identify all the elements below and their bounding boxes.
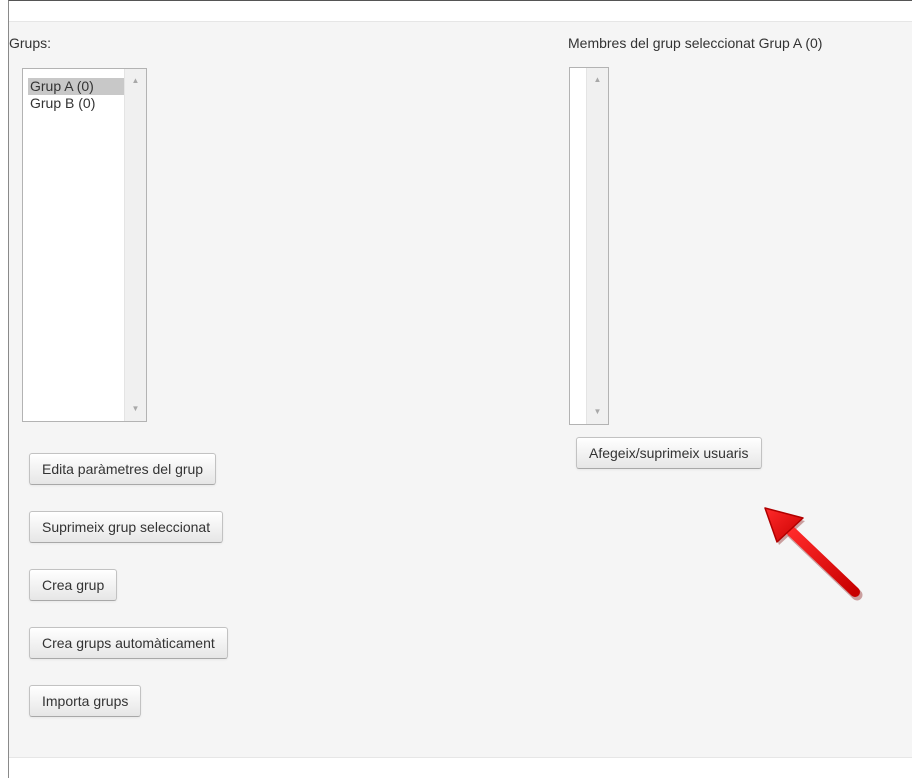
- scroll-up-arrow-icon[interactable]: ▲: [125, 73, 146, 89]
- members-label: Membres del grup seleccionat Grup A (0): [568, 35, 823, 51]
- scroll-up-arrow-icon[interactable]: ▲: [587, 72, 608, 88]
- red-arrow-icon: [764, 507, 863, 601]
- create-group-button[interactable]: Crea grup: [29, 569, 118, 601]
- groups-label: Grups:: [9, 35, 52, 51]
- scroll-down-arrow-icon[interactable]: ▼: [587, 404, 608, 420]
- group-option-grup-b[interactable]: Grup B (0): [28, 95, 124, 112]
- delete-selected-group-button[interactable]: Suprimeix grup seleccionat: [29, 511, 224, 543]
- groups-options: Grup A (0) Grup B (0): [28, 78, 124, 112]
- members-listbox[interactable]: ▲ ▼: [569, 67, 609, 425]
- scroll-down-arrow-icon[interactable]: ▼: [125, 401, 146, 417]
- group-option-grup-a[interactable]: Grup A (0): [28, 78, 124, 95]
- import-groups-button[interactable]: Importa grups: [29, 685, 142, 717]
- groups-listbox[interactable]: Grup A (0) Grup B (0) ▲ ▼: [22, 68, 147, 422]
- groups-panel: Grups: Grup A (0) Grup B (0) ▲ ▼ Edita p…: [9, 21, 912, 758]
- edit-group-settings-button[interactable]: Edita paràmetres del grup: [29, 453, 217, 485]
- auto-create-groups-button[interactable]: Crea grups automàticament: [29, 627, 228, 659]
- members-scrollbar[interactable]: ▲ ▼: [586, 68, 608, 424]
- add-remove-users-button[interactable]: Afegeix/suprimeix usuaris: [576, 437, 762, 469]
- groups-scrollbar[interactable]: ▲ ▼: [124, 69, 146, 421]
